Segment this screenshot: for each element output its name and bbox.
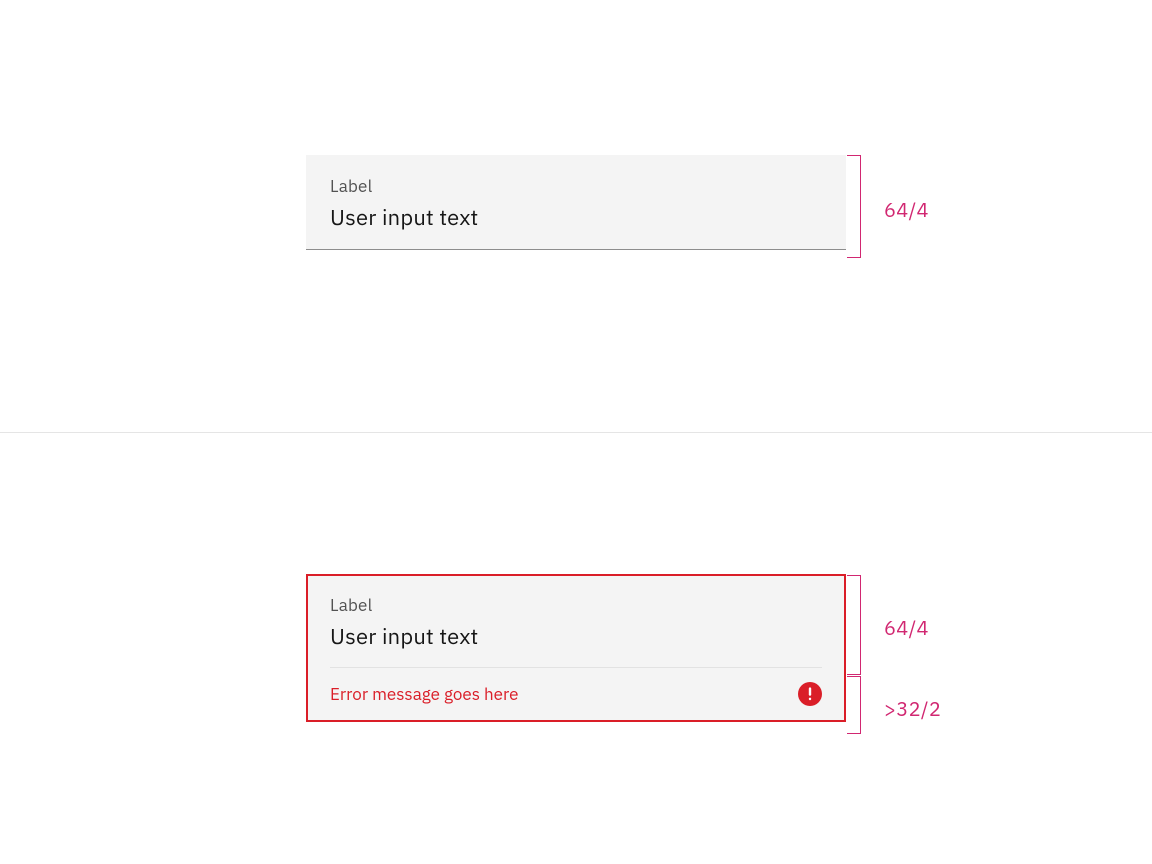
measurement-bracket: [860, 676, 861, 734]
text-input[interactable]: Label User input text: [306, 155, 846, 250]
section-divider: [0, 432, 1152, 433]
error-row: Error message goes here: [308, 668, 844, 720]
warning-filled-icon: [798, 682, 822, 706]
measurement-bracket: [860, 575, 861, 675]
fluid-input-error-example: Label User input text Error message goes…: [306, 574, 846, 722]
measurement-label: >32/2: [884, 695, 941, 722]
field-value: User input text: [330, 622, 822, 651]
fluid-input-example: Label User input text: [306, 155, 846, 250]
measurement-bracket: [860, 155, 861, 258]
text-input-error[interactable]: Label User input text Error message goes…: [306, 574, 846, 722]
error-message: Error message goes here: [330, 683, 519, 705]
field-value: User input text: [330, 203, 822, 232]
measurement-label: 64/4: [884, 614, 929, 641]
field-label: Label: [330, 594, 822, 616]
field-label: Label: [330, 175, 822, 197]
measurement-label: 64/4: [884, 196, 929, 223]
